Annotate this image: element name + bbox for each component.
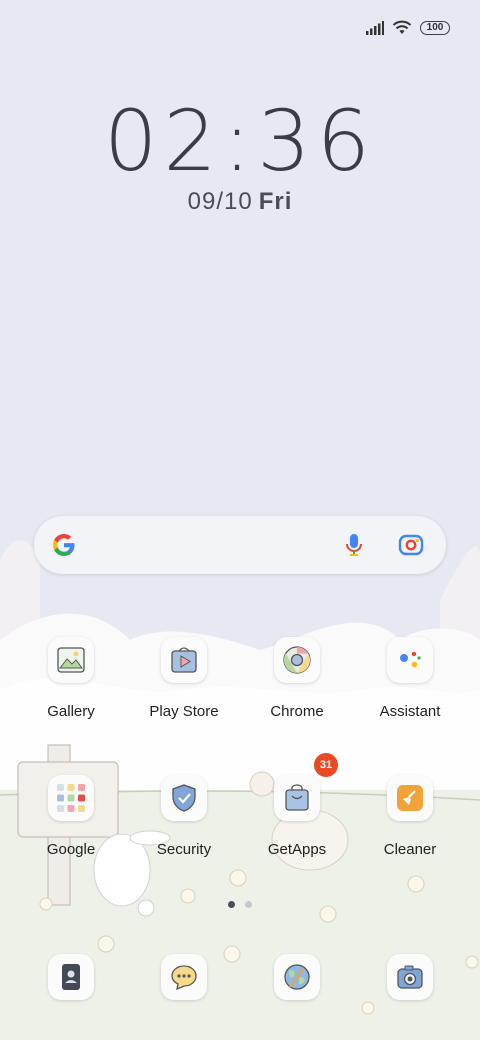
dock-browser[interactable] bbox=[237, 954, 357, 1000]
chrome-icon bbox=[274, 637, 320, 683]
app-getapps[interactable]: 31 GetApps bbox=[237, 753, 357, 858]
app-label: Play Store bbox=[149, 703, 219, 720]
page-dot-active[interactable] bbox=[228, 901, 235, 908]
page-dot[interactable] bbox=[245, 901, 252, 908]
app-label: Assistant bbox=[379, 703, 441, 720]
assistant-icon bbox=[387, 637, 433, 683]
app-cleaner[interactable]: Cleaner bbox=[350, 775, 470, 858]
date-text: 09/10 bbox=[187, 188, 253, 215]
contacts-icon bbox=[48, 954, 94, 1000]
app-google-folder[interactable]: Google bbox=[11, 775, 131, 858]
app-label: GetApps bbox=[267, 841, 327, 858]
app-assistant[interactable]: Assistant bbox=[350, 637, 470, 720]
app-label: Gallery bbox=[47, 703, 95, 720]
getapps-bag-icon: 31 bbox=[274, 753, 338, 821]
google-search-bar[interactable] bbox=[34, 516, 446, 574]
clock-date[interactable]: 09/10 Fri bbox=[0, 188, 480, 216]
app-security[interactable]: Security bbox=[124, 775, 244, 858]
camera-icon bbox=[387, 954, 433, 1000]
google-g-icon bbox=[53, 534, 75, 556]
app-label: Google bbox=[46, 841, 96, 858]
clock-time[interactable]: 02:36 bbox=[0, 92, 480, 190]
browser-icon bbox=[274, 954, 320, 1000]
app-label: Security bbox=[156, 841, 212, 858]
dock-camera[interactable] bbox=[350, 954, 470, 1000]
signal-icon bbox=[366, 21, 384, 35]
dock-messages[interactable] bbox=[124, 954, 244, 1000]
wifi-icon bbox=[392, 20, 412, 34]
app-gallery[interactable]: Gallery bbox=[11, 637, 131, 720]
play-store-icon bbox=[161, 637, 207, 683]
cleaner-broom-icon bbox=[387, 775, 433, 821]
google-folder-icon bbox=[48, 775, 94, 821]
lens-icon[interactable] bbox=[398, 532, 424, 558]
messages-icon bbox=[161, 954, 207, 1000]
dock-contacts[interactable] bbox=[11, 954, 131, 1000]
day-text: Fri bbox=[258, 188, 293, 215]
gallery-icon bbox=[48, 637, 94, 683]
status-bar: 100 bbox=[366, 16, 450, 40]
battery-icon: 100 bbox=[420, 21, 450, 35]
page-indicator bbox=[228, 901, 252, 908]
mic-icon[interactable] bbox=[340, 531, 368, 559]
security-shield-icon bbox=[161, 775, 207, 821]
app-label: Cleaner bbox=[383, 841, 437, 858]
app-chrome[interactable]: Chrome bbox=[237, 637, 357, 720]
notification-badge: 31 bbox=[314, 753, 338, 777]
app-label: Chrome bbox=[270, 703, 324, 720]
app-play-store[interactable]: Play Store bbox=[124, 637, 244, 720]
